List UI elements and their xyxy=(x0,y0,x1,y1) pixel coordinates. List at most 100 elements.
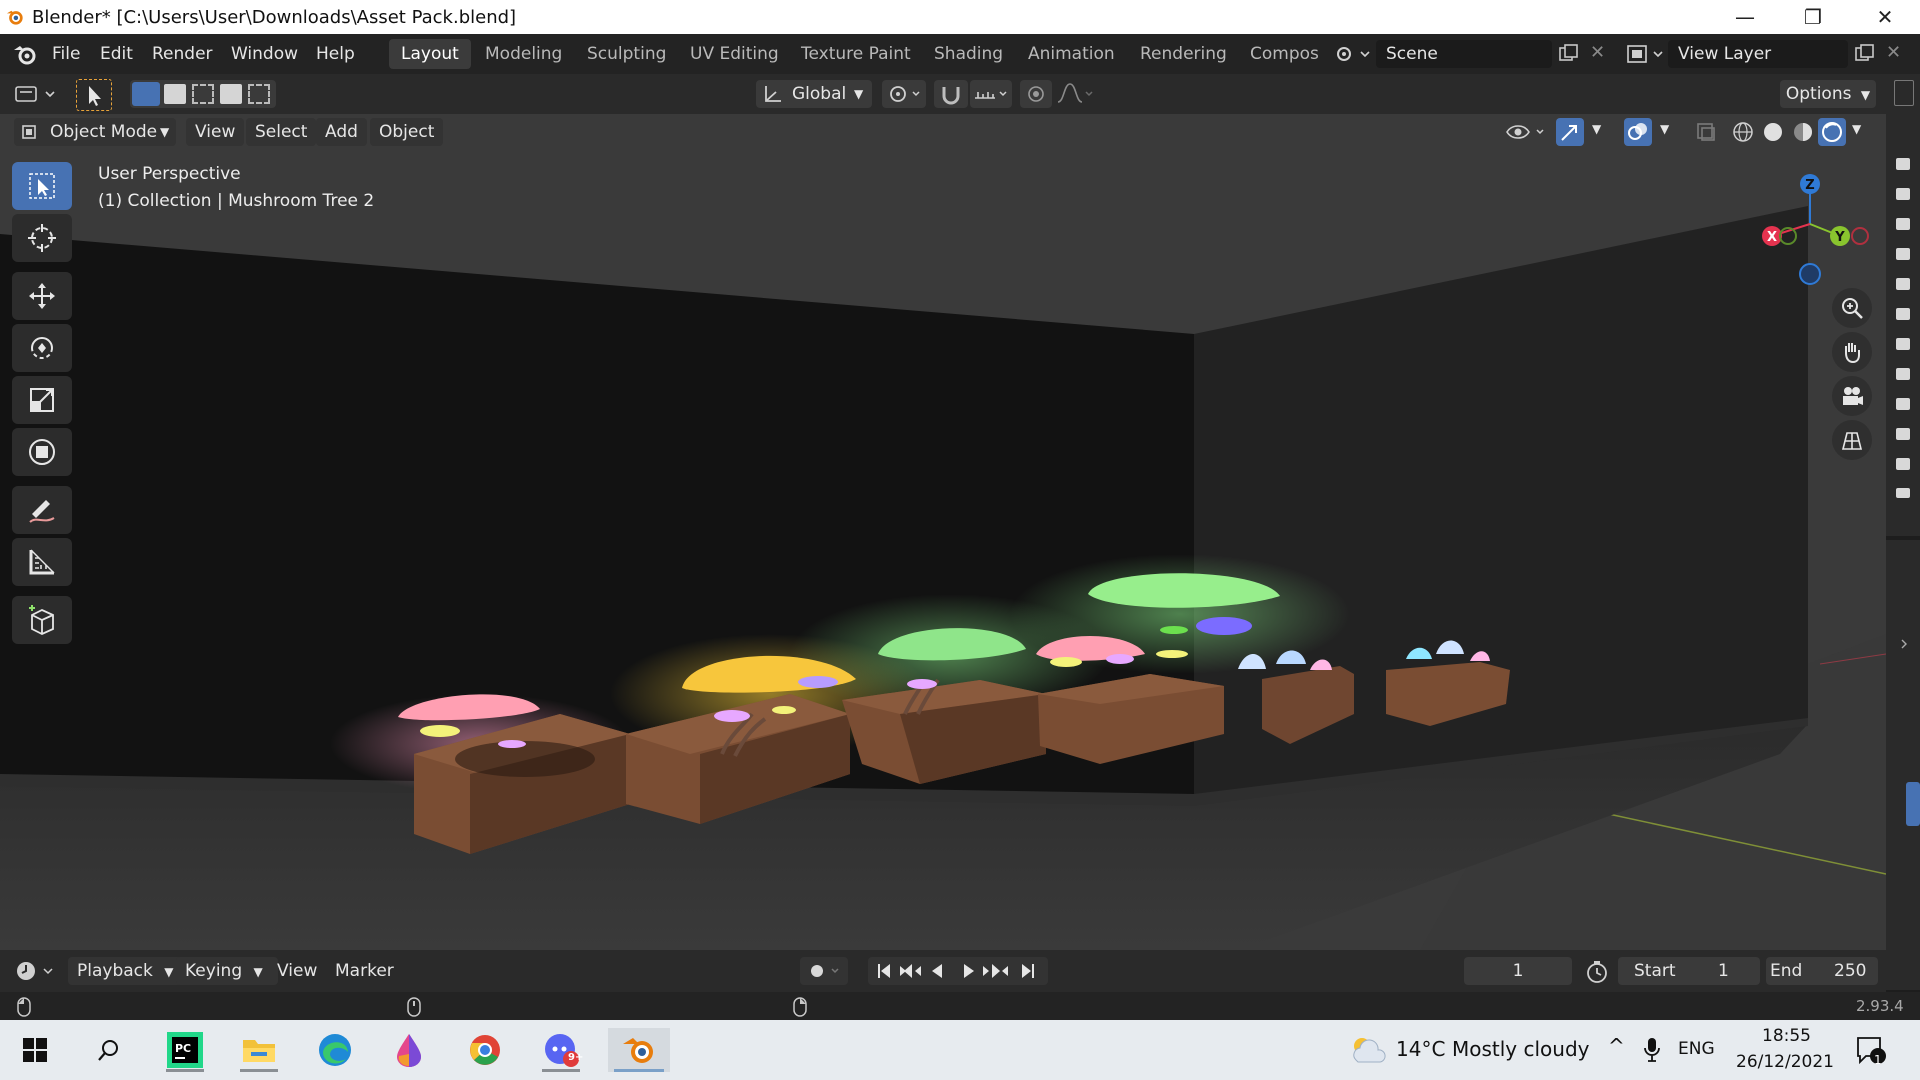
close-button[interactable]: ✕ xyxy=(1850,0,1920,34)
area-divider[interactable] xyxy=(1886,536,1920,540)
chrome-app[interactable] xyxy=(460,1028,510,1072)
microphone-icon[interactable] xyxy=(1642,1036,1662,1064)
orthographic-toggle-button[interactable] xyxy=(1832,420,1872,460)
timeline-editor-icon[interactable] xyxy=(14,959,58,983)
tab-texture-paint[interactable]: Texture Paint xyxy=(789,39,923,69)
mode-intersect-icon[interactable] xyxy=(248,84,270,104)
scene-field[interactable]: Scene xyxy=(1376,40,1552,68)
pivot-point-dropdown[interactable] xyxy=(882,80,926,108)
blender-app[interactable] xyxy=(608,1028,670,1072)
transform-orientation-dropdown[interactable]: Global ▼ xyxy=(756,80,872,108)
tool-select-box[interactable] xyxy=(12,162,72,210)
visibility-eye-icon[interactable] xyxy=(1504,120,1548,144)
language-indicator[interactable]: ENG xyxy=(1678,1039,1715,1059)
viewport-menu-view[interactable]: View xyxy=(186,118,245,146)
tool-rotate[interactable] xyxy=(12,324,72,372)
tool-scale[interactable] xyxy=(12,376,72,424)
playback-menu[interactable]: Playback ▼ xyxy=(68,957,188,985)
start-button[interactable] xyxy=(10,1028,60,1072)
navigation-gizmo[interactable]: Z X Y xyxy=(1744,162,1884,292)
blender-menu-icon[interactable] xyxy=(12,44,40,66)
collapse-arrow-icon[interactable] xyxy=(1900,634,1908,649)
select-tool-indicator[interactable] xyxy=(76,79,112,111)
delete-view-layer-icon[interactable]: ✕ xyxy=(1886,42,1901,63)
timeline-marker-menu[interactable]: Marker xyxy=(326,957,403,985)
menu-help[interactable]: Help xyxy=(316,34,355,74)
camera-view-button[interactable] xyxy=(1832,376,1872,416)
properties-tab-active[interactable] xyxy=(1906,782,1920,826)
end-frame-field[interactable]: End 250 xyxy=(1766,957,1878,985)
tool-cursor[interactable] xyxy=(12,214,72,262)
view-layer-field[interactable]: View Layer xyxy=(1668,40,1848,68)
new-view-layer-icon[interactable] xyxy=(1854,44,1876,64)
minimize-button[interactable]: — xyxy=(1710,0,1780,34)
search-button[interactable] xyxy=(84,1028,134,1072)
weather-temperature[interactable]: 14°C xyxy=(1396,1037,1445,1061)
chevron-down-icon[interactable]: ▼ xyxy=(1852,122,1861,136)
xray-toggle-icon[interactable] xyxy=(1694,120,1718,144)
tab-sculpting[interactable]: Sculpting xyxy=(575,39,678,69)
falloff-dropdown[interactable] xyxy=(1054,80,1096,108)
pan-button[interactable] xyxy=(1832,332,1872,372)
outliner-editor-icon[interactable] xyxy=(1894,80,1914,106)
tool-transform[interactable] xyxy=(12,428,72,476)
options-dropdown[interactable]: Options ▼ xyxy=(1780,80,1876,108)
tool-add-cube[interactable] xyxy=(12,596,72,644)
file-explorer-app[interactable] xyxy=(234,1028,284,1072)
viewport-menu-object[interactable]: Object xyxy=(370,118,444,146)
camera-toggle-icons[interactable] xyxy=(1892,150,1914,500)
chevron-down-icon[interactable]: ▼ xyxy=(1592,122,1601,136)
wireframe-shading-icon[interactable] xyxy=(1730,119,1756,145)
tab-layout[interactable]: Layout xyxy=(389,39,471,69)
weather-cloud-icon[interactable] xyxy=(1348,1034,1388,1066)
proportional-edit-toggle[interactable] xyxy=(1020,80,1052,108)
chevron-down-icon[interactable]: ▼ xyxy=(1660,122,1669,136)
pycharm-app[interactable]: PC xyxy=(160,1028,210,1072)
scene-selector-icon[interactable] xyxy=(1334,43,1372,65)
weather-description[interactable]: Mostly cloudy xyxy=(1452,1037,1590,1061)
gizmo-toggle[interactable] xyxy=(1556,118,1584,146)
tab-modeling[interactable]: Modeling xyxy=(473,39,574,69)
tool-measure[interactable] xyxy=(12,538,72,586)
playback-buttons-icon[interactable] xyxy=(868,957,1048,985)
menu-window[interactable]: Window xyxy=(231,34,298,74)
clock-time[interactable]: 18:55 xyxy=(1762,1026,1811,1046)
editor-type-icon[interactable] xyxy=(14,83,58,105)
start-frame-field[interactable]: Start 1 xyxy=(1618,957,1760,985)
mode-new-icon[interactable] xyxy=(132,82,160,106)
tool-move[interactable] xyxy=(12,272,72,320)
menu-render[interactable]: Render xyxy=(152,34,213,74)
mode-invert-icon[interactable] xyxy=(220,84,242,104)
timeline-view-menu[interactable]: View xyxy=(268,957,326,985)
snap-toggle[interactable] xyxy=(934,80,968,108)
object-mode-dropdown[interactable]: Object Mode ▼ xyxy=(14,118,176,146)
tab-compositing[interactable]: Compos xyxy=(1238,39,1344,69)
viewport-menu-select[interactable]: Select xyxy=(246,118,317,146)
delete-scene-icon[interactable]: ✕ xyxy=(1590,42,1605,63)
new-scene-icon[interactable] xyxy=(1558,44,1580,64)
menu-file[interactable]: File xyxy=(52,34,80,74)
clock-date[interactable]: 26/12/2021 xyxy=(1736,1052,1834,1072)
viewport-menu-add[interactable]: Add xyxy=(316,118,367,146)
stopwatch-icon[interactable] xyxy=(1584,959,1610,985)
mode-subtract-icon[interactable] xyxy=(192,84,214,104)
auto-keying-toggle[interactable] xyxy=(800,957,848,985)
restore-button[interactable]: ❐ xyxy=(1778,0,1848,34)
rendered-shading-toggle[interactable] xyxy=(1818,118,1846,146)
snap-target-dropdown[interactable] xyxy=(970,80,1012,108)
view-layer-selector-icon[interactable] xyxy=(1626,43,1666,65)
discord-app[interactable]: 9+ xyxy=(536,1028,586,1072)
paint-app[interactable] xyxy=(384,1028,434,1072)
menu-edit[interactable]: Edit xyxy=(100,34,133,74)
tab-uv-editing[interactable]: UV Editing xyxy=(678,39,791,69)
edge-app[interactable] xyxy=(310,1028,360,1072)
tab-animation[interactable]: Animation xyxy=(1016,39,1127,69)
overlay-toggle[interactable] xyxy=(1624,118,1652,146)
zoom-button[interactable] xyxy=(1832,288,1872,328)
tab-shading[interactable]: Shading xyxy=(922,39,1015,69)
current-frame-field[interactable]: 1 xyxy=(1464,957,1572,985)
chevron-up-icon[interactable]: ^ xyxy=(1608,1034,1625,1058)
tool-annotate[interactable] xyxy=(12,486,72,534)
mode-extend-icon[interactable] xyxy=(164,84,186,104)
tab-rendering[interactable]: Rendering xyxy=(1128,39,1239,69)
